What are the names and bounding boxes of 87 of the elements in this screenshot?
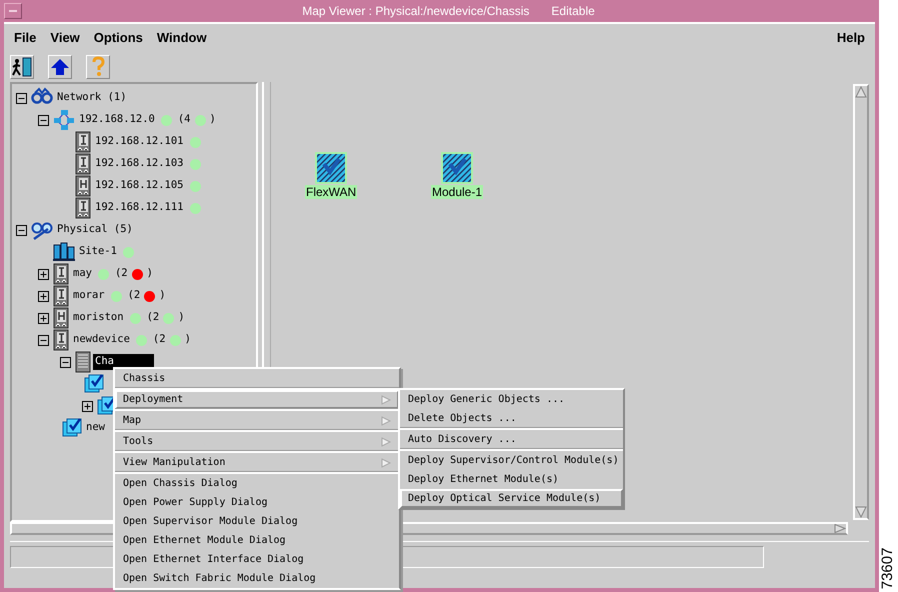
toolbar-button[interactable] bbox=[48, 55, 72, 79]
tree-item[interactable]: 192.168.12.105 bbox=[93, 178, 186, 194]
chassis-icon bbox=[75, 351, 91, 373]
tree-item[interactable]: may bbox=[71, 266, 94, 282]
up-arrow-icon bbox=[49, 56, 71, 78]
menu-item[interactable]: Options bbox=[94, 28, 143, 48]
menu-item[interactable]: Deploy Ethernet Module(s) bbox=[400, 470, 623, 489]
menu-item[interactable]: Tools bbox=[115, 432, 399, 451]
collapse-toggle[interactable] bbox=[60, 356, 71, 368]
vertical-scrollbar[interactable] bbox=[853, 84, 869, 520]
module-icon bbox=[84, 373, 104, 395]
submenu-arrow-icon bbox=[381, 436, 391, 446]
menu-item[interactable]: View bbox=[50, 28, 80, 48]
menu-item[interactable]: Open Switch Fabric Module Dialog bbox=[115, 569, 399, 588]
figure-number: 73607 bbox=[878, 549, 897, 590]
expand-toggle[interactable] bbox=[38, 312, 49, 324]
collapse-toggle[interactable] bbox=[38, 334, 49, 346]
menu-item[interactable]: Auto Discovery ... bbox=[400, 430, 623, 449]
child-count: (2 bbox=[128, 288, 140, 304]
building-icon bbox=[53, 241, 75, 263]
tree-item[interactable]: 192.168.12.101 bbox=[93, 134, 186, 150]
tree-item[interactable]: 192.168.12.103 bbox=[93, 156, 186, 172]
child-count: ) bbox=[146, 266, 153, 282]
menu-item[interactable]: View Manipulation bbox=[115, 453, 399, 472]
module-icon bbox=[441, 152, 474, 184]
child-count: (2 bbox=[114, 266, 128, 282]
device-icon bbox=[75, 197, 91, 219]
map-node[interactable]: FlexWAN bbox=[305, 152, 358, 199]
window-title: Map Viewer : Physical:/newdevice/Chassis bbox=[302, 3, 530, 20]
menu-item[interactable]: Deploy Supervisor/Control Module(s) bbox=[400, 451, 623, 470]
menu-item[interactable]: Window bbox=[156, 28, 207, 48]
collapse-toggle[interactable] bbox=[16, 92, 27, 104]
map-node[interactable]: Module-1 bbox=[431, 152, 484, 199]
device-icon bbox=[53, 285, 69, 307]
window-mode: Editable bbox=[551, 3, 595, 20]
menu-item[interactable]: Chassis bbox=[115, 369, 399, 388]
device-icon bbox=[53, 329, 69, 351]
device-icon bbox=[53, 263, 69, 285]
submenu-arrow-icon bbox=[381, 416, 391, 426]
expand-toggle[interactable] bbox=[82, 400, 93, 412]
child-count: ) bbox=[210, 112, 216, 128]
window-menu-button[interactable] bbox=[4, 3, 22, 19]
tree-item[interactable]: newdevice bbox=[71, 332, 132, 348]
child-count: (2 bbox=[152, 332, 166, 348]
menu-item[interactable]: Delete Objects ... bbox=[400, 409, 623, 428]
submenu-arrow-icon bbox=[381, 394, 391, 404]
device-icon bbox=[75, 153, 91, 175]
module-icon bbox=[315, 152, 348, 184]
menu-item[interactable]: Open Supervisor Module Dialog bbox=[115, 512, 399, 531]
menu-item[interactable]: Deploy Optical Service Module(s) bbox=[400, 489, 623, 508]
tree-item[interactable]: Site-1 bbox=[77, 244, 119, 260]
tree-item[interactable]: new bbox=[84, 420, 107, 436]
menu-item[interactable]: Deploy Generic Objects ... bbox=[400, 390, 623, 409]
menu-item[interactable]: File bbox=[14, 28, 36, 48]
tree-item[interactable]: 192.168.12.111 bbox=[93, 200, 186, 216]
tree-item[interactable]: Network (1) bbox=[55, 90, 129, 106]
child-count: (4 bbox=[178, 112, 191, 128]
menu-item[interactable]: Open Chassis Dialog bbox=[115, 474, 399, 493]
child-count: (2 bbox=[146, 310, 160, 326]
device-icon bbox=[75, 131, 91, 153]
child-count: ) bbox=[178, 310, 185, 326]
tree-item[interactable]: Physical (5) bbox=[55, 222, 135, 238]
tree-item[interactable]: morar bbox=[71, 288, 107, 304]
submenu-arrow-icon bbox=[381, 458, 391, 468]
scroll-down-icon[interactable] bbox=[855, 506, 867, 518]
menu-item[interactable]: Help bbox=[836, 28, 865, 48]
menu-item[interactable]: Open Ethernet Interface Dialog bbox=[115, 550, 399, 569]
tree-item[interactable]: moriston bbox=[71, 310, 126, 326]
tree-item[interactable]: 192.168.12.0 bbox=[77, 112, 157, 128]
scroll-up-icon[interactable] bbox=[855, 86, 867, 98]
menu-item[interactable]: Map bbox=[115, 411, 399, 430]
menu-item[interactable]: Open Ethernet Module Dialog bbox=[115, 531, 399, 550]
network-nodes-icon bbox=[53, 109, 75, 131]
menu-item[interactable]: Open Power Supply Dialog bbox=[115, 493, 399, 512]
scroll-right-icon[interactable] bbox=[834, 524, 846, 533]
expand-toggle[interactable] bbox=[38, 268, 49, 280]
collapse-toggle[interactable] bbox=[16, 224, 27, 236]
exit-icon bbox=[11, 56, 33, 78]
child-count: ) bbox=[184, 332, 191, 348]
expand-toggle[interactable] bbox=[38, 290, 49, 302]
collapse-toggle[interactable] bbox=[38, 114, 49, 126]
toolbar-button[interactable] bbox=[10, 55, 34, 79]
device-icon bbox=[75, 175, 91, 197]
menu-item[interactable]: Deployment bbox=[115, 390, 399, 409]
child-count: ) bbox=[159, 288, 166, 304]
module-icon bbox=[62, 417, 82, 439]
device-icon bbox=[53, 307, 69, 329]
